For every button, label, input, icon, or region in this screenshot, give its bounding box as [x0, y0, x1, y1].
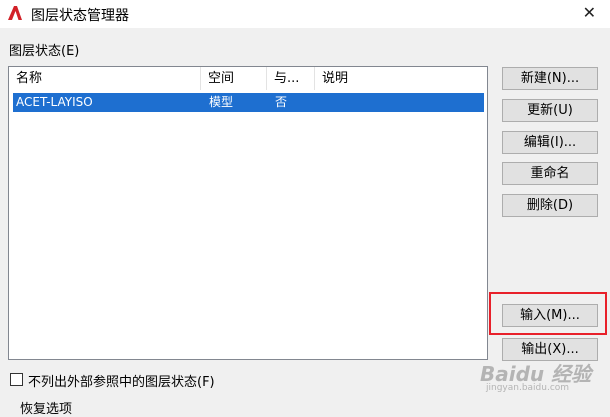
column-header-name[interactable]: 名称 — [9, 67, 201, 90]
window-title: 图层状态管理器 — [31, 8, 129, 24]
row-space: 模型 — [209, 95, 234, 109]
list-header: 名称 空间 与... 说明 — [9, 67, 487, 90]
column-header-same[interactable]: 与... — [267, 67, 315, 90]
layer-states-list[interactable]: 名称 空间 与... 说明 ACET-LAYISO 模型 否 — [8, 66, 488, 360]
new-button[interactable]: 新建(N)... — [502, 67, 598, 90]
column-header-space[interactable]: 空间 — [201, 67, 267, 90]
table-row[interactable]: ACET-LAYISO 模型 否 — [13, 93, 484, 112]
restore-options-label: 恢复选项 — [20, 402, 73, 417]
exclude-xref-checkbox[interactable] — [10, 373, 23, 386]
autocad-logo-icon — [8, 6, 22, 20]
row-same: 否 — [275, 95, 288, 109]
close-icon[interactable]: ✕ — [583, 3, 596, 22]
rename-button[interactable]: 重命名 — [502, 162, 598, 185]
row-description — [320, 93, 323, 112]
layer-states-label: 图层状态(E) — [9, 44, 80, 59]
column-header-description[interactable]: 说明 — [315, 67, 487, 90]
update-button[interactable]: 更新(U) — [502, 99, 598, 122]
watermark-url: jingyan.baidu.com — [486, 383, 570, 393]
highlight-box — [489, 292, 607, 335]
title-bar: 图层状态管理器 ✕ — [0, 0, 610, 28]
delete-button[interactable]: 删除(D) — [502, 194, 598, 217]
edit-button[interactable]: 编辑(I)... — [502, 131, 598, 154]
exclude-xref-label: 不列出外部参照中的图层状态(F) — [28, 375, 215, 390]
row-name: ACET-LAYISO — [16, 95, 93, 109]
